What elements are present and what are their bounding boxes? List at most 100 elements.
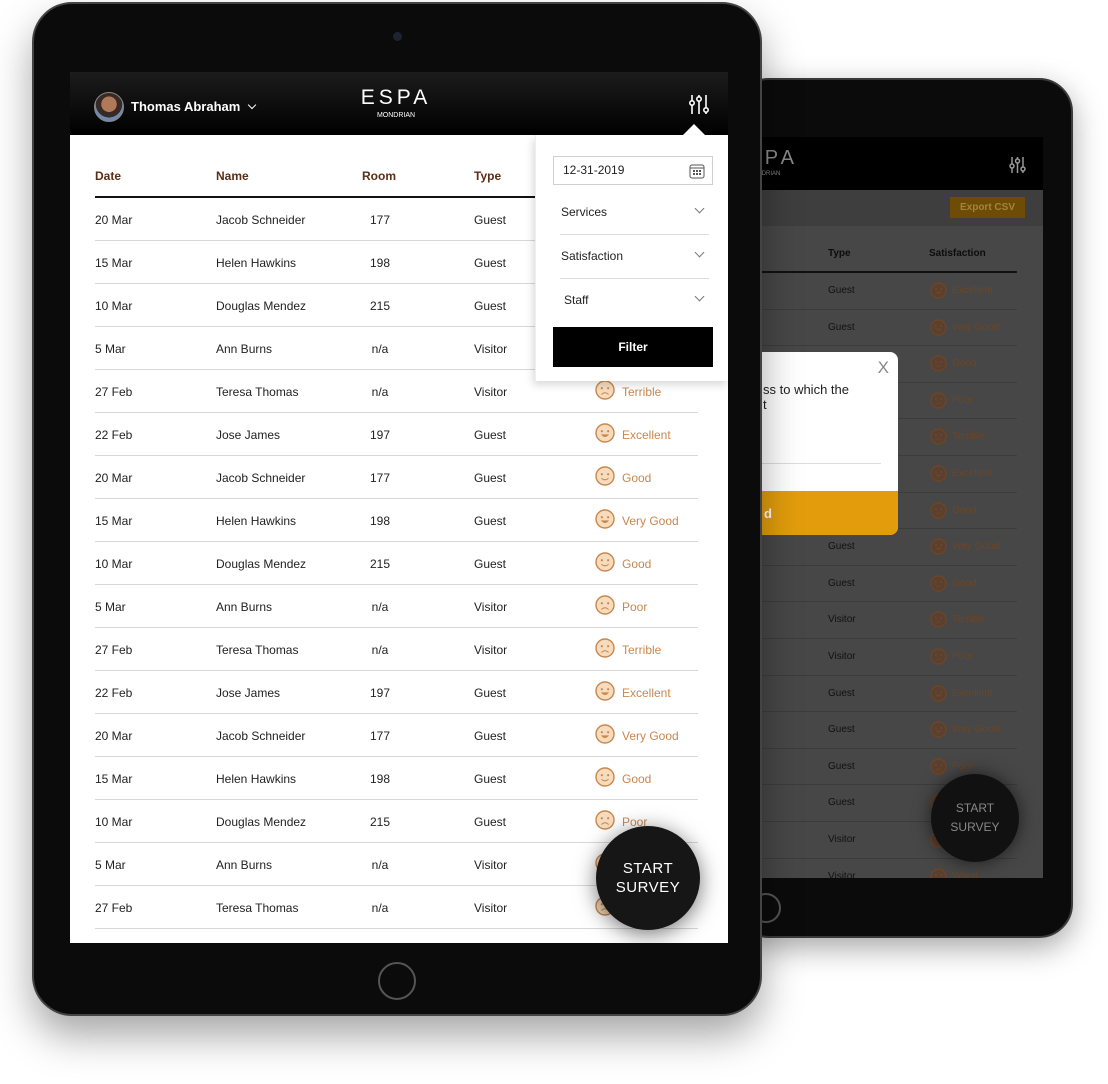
- cell-name: Ann Burns: [216, 600, 273, 614]
- cell-satisfaction: Very Good: [622, 729, 679, 743]
- filter-sliders-icon[interactable]: [689, 95, 709, 114]
- export-csv-button[interactable]: Export CSV: [950, 197, 1025, 218]
- user-menu[interactable]: Thomas Abraham: [131, 99, 257, 114]
- cell-type: Guest: [474, 686, 507, 700]
- table-row[interactable]: Guest Excellent: [760, 676, 1017, 713]
- cell-room: 198: [369, 256, 391, 270]
- satisfaction-face-icon: [930, 501, 947, 522]
- close-icon[interactable]: X: [878, 358, 889, 378]
- column-header-name[interactable]: Name: [216, 169, 249, 183]
- survey-modal: X ss to which the t d: [760, 352, 898, 535]
- services-select[interactable]: Services: [560, 191, 709, 235]
- cell-type: Guest: [828, 687, 855, 699]
- column-header-date[interactable]: Date: [95, 169, 121, 183]
- satisfaction-face-icon: [930, 318, 947, 339]
- satisfaction-face-icon: [930, 575, 947, 595]
- satisfaction-face-icon: [595, 509, 615, 532]
- cell-date: 10 Mar: [95, 815, 133, 829]
- table-row[interactable]: Guest Very Good: [760, 712, 1017, 749]
- column-header-satisfaction: Satisfaction: [929, 248, 986, 259]
- table-row[interactable]: Visitor Terrible: [760, 602, 1017, 639]
- cell-satisfaction: Very Good: [952, 321, 1000, 333]
- satisfaction-face-icon: [930, 465, 947, 485]
- cell-name: Helen Hawkins: [216, 772, 297, 786]
- cell-room: 198: [369, 514, 391, 528]
- cell-type: Guest: [828, 321, 855, 333]
- satisfaction-face-icon: [595, 423, 615, 446]
- table-row[interactable]: 27 Feb Teresa Thomas n/a Visitor Terrible: [95, 628, 698, 671]
- filter-button[interactable]: Filter: [553, 327, 713, 367]
- cell-name: Jacob Schneider: [216, 729, 306, 743]
- brand-sub: MONDRIAN: [376, 112, 416, 119]
- table-row[interactable]: 5 Mar Ann Burns n/a Visitor Poor: [95, 585, 698, 628]
- cell-satisfaction: Poor: [622, 600, 648, 614]
- table-row[interactable]: Guest Very Good: [760, 310, 1017, 347]
- table-row[interactable]: 10 Mar Douglas Mendez 215 Guest Poor: [95, 800, 698, 843]
- table-row[interactable]: Visitor Poor: [760, 639, 1017, 676]
- start-survey-line: START: [622, 860, 674, 877]
- table-row[interactable]: 22 Feb Jose James 197 Guest Excellent: [95, 671, 698, 714]
- cell-type: Guest: [474, 471, 507, 485]
- calendar-icon[interactable]: [689, 163, 705, 179]
- filter-sliders-icon[interactable]: [1009, 157, 1026, 173]
- satisfaction-face-icon: [930, 282, 947, 302]
- back-start-survey-button[interactable]: START SURVEY: [931, 774, 1019, 862]
- modal-submit-button[interactable]: d: [760, 491, 898, 535]
- cell-type: Guest: [828, 541, 855, 553]
- cell-satisfaction: Good: [952, 358, 977, 370]
- cell-satisfaction: Poor: [952, 651, 974, 662]
- cell-satisfaction: Very Good: [622, 514, 679, 528]
- cell-date: 5 Mar: [95, 600, 126, 614]
- cell-room: 177: [369, 213, 391, 227]
- cell-satisfaction: Excellent: [622, 686, 671, 700]
- cell-type: Guest: [474, 772, 507, 786]
- satisfaction-select[interactable]: Satisfaction: [560, 235, 709, 279]
- cell-satisfaction: Excellent: [952, 468, 993, 479]
- table-row[interactable]: 20 Mar Jacob Schneider 177 Guest Very Good: [95, 714, 698, 757]
- column-header-type[interactable]: Type: [474, 169, 501, 183]
- cell-type: Visitor: [474, 901, 508, 915]
- cell-satisfaction: Terrible: [952, 614, 985, 626]
- cell-type: Guest: [474, 815, 507, 829]
- satisfaction-face-icon: [595, 810, 615, 833]
- column-header-room[interactable]: Room: [362, 169, 396, 183]
- table-row[interactable]: 15 Mar Helen Hawkins 198 Guest Good: [95, 757, 698, 800]
- modal-input[interactable]: [760, 463, 881, 464]
- cell-type: Guest: [828, 285, 855, 296]
- cell-satisfaction: Excellent: [622, 428, 671, 442]
- start-survey-button[interactable]: START SURVEY: [596, 826, 700, 930]
- cell-satisfaction: Good: [952, 577, 977, 589]
- cell-satisfaction: Poor: [952, 394, 974, 406]
- cell-type: Guest: [828, 760, 855, 772]
- cell-satisfaction: Terrible: [622, 643, 662, 657]
- cell-satisfaction: Excellent: [952, 285, 993, 296]
- table-row[interactable]: 15 Mar Helen Hawkins 198 Guest Very Good: [95, 499, 698, 542]
- cell-name: Jose James: [216, 428, 281, 442]
- cell-date: 20 Mar: [95, 213, 133, 227]
- cell-type: Visitor: [828, 834, 856, 845]
- satisfaction-face-icon: [595, 724, 615, 747]
- cell-satisfaction: Terrible: [952, 431, 985, 443]
- table-row[interactable]: 10 Mar Douglas Mendez 215 Guest Good: [95, 542, 698, 585]
- staff-select[interactable]: Staff: [560, 279, 709, 323]
- table-row[interactable]: 22 Feb Jose James 197 Guest Excellent: [95, 413, 698, 456]
- cell-satisfaction: Very Good: [952, 541, 1000, 553]
- cell-type: Guest: [474, 299, 507, 313]
- table-row[interactable]: Guest Excellent: [760, 273, 1017, 310]
- cell-name: Jacob Schneider: [216, 471, 306, 485]
- table-row[interactable]: 20 Mar Jacob Schneider 177 Guest Good: [95, 456, 698, 499]
- date-input[interactable]: 12-31-2019: [553, 156, 713, 185]
- satisfaction-face-icon: [930, 538, 947, 558]
- cell-satisfaction: Poor: [952, 760, 974, 772]
- cell-date: 27 Feb: [95, 643, 133, 657]
- cell-room: 177: [369, 471, 391, 485]
- avatar[interactable]: [94, 92, 124, 122]
- cell-date: 27 Feb: [95, 901, 133, 915]
- cell-date: 15 Mar: [95, 772, 133, 786]
- cell-type: Guest: [474, 213, 507, 227]
- back-header: ESPA MONDRIAN: [760, 137, 1043, 190]
- table-row[interactable]: Guest Good: [760, 566, 1017, 603]
- cell-date: 27 Feb: [95, 385, 133, 399]
- cell-name: Teresa Thomas: [216, 901, 299, 915]
- cell-type: Guest: [474, 557, 507, 571]
